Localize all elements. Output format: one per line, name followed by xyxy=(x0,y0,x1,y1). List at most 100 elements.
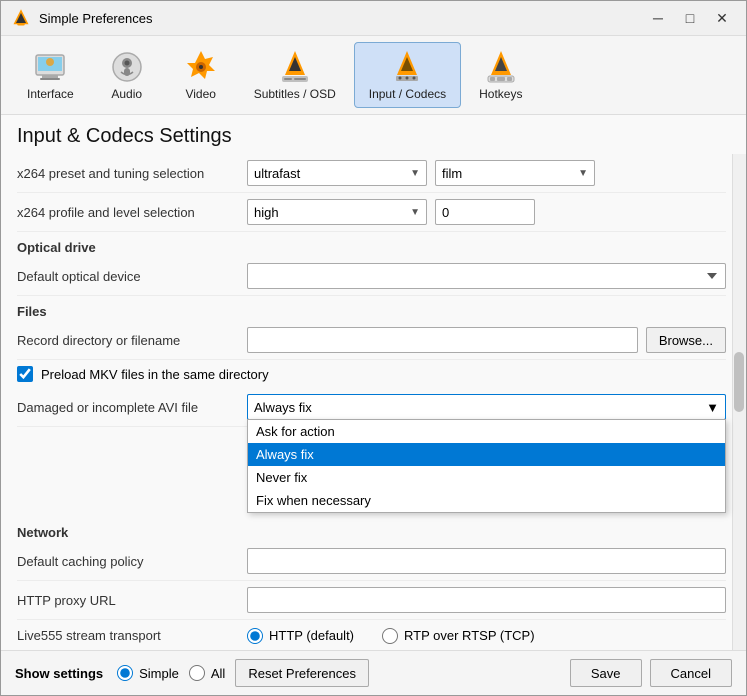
reset-preferences-button[interactable]: Reset Preferences xyxy=(235,659,369,687)
vlc-icon xyxy=(11,8,31,28)
tab-audio-label: Audio xyxy=(111,87,142,101)
live555-label: Live555 stream transport xyxy=(17,628,247,643)
scrollbar-thumb[interactable] xyxy=(734,352,744,412)
scrollbar-track xyxy=(732,154,746,650)
optical-section-header: Optical drive xyxy=(17,232,726,257)
preload-mkv-row: Preload MKV files in the same directory xyxy=(17,360,726,388)
damaged-avi-option-4[interactable]: Fix when necessary xyxy=(248,489,725,512)
damaged-avi-dropdown[interactable]: Always fix ▼ Ask for action Always fix N… xyxy=(247,394,726,420)
damaged-avi-control: Always fix ▼ Ask for action Always fix N… xyxy=(247,394,726,420)
record-dir-row: Record directory or filename Browse... xyxy=(17,321,726,360)
http-proxy-label: HTTP proxy URL xyxy=(17,593,247,608)
input-codecs-icon xyxy=(389,49,425,85)
live555-rtp-radio[interactable] xyxy=(382,628,398,644)
title-bar: Simple Preferences ─ □ ✕ xyxy=(1,1,746,36)
show-all-label: All xyxy=(211,666,225,681)
tab-subtitles[interactable]: Subtitles / OSD xyxy=(240,43,350,107)
optical-device-label: Default optical device xyxy=(17,269,247,284)
optical-device-row: Default optical device xyxy=(17,257,726,296)
preload-mkv-label: Preload MKV files in the same directory xyxy=(41,367,269,382)
caching-policy-control xyxy=(247,548,726,574)
x264-preset-arrow: ▼ xyxy=(410,168,420,179)
page-title: Input & Codecs Settings xyxy=(1,115,746,154)
damaged-avi-option-3[interactable]: Never fix xyxy=(248,466,725,489)
x264-preset-row: x264 preset and tuning selection ultrafa… xyxy=(17,154,726,193)
record-dir-control: Browse... xyxy=(247,327,726,353)
audio-icon xyxy=(109,49,145,85)
show-simple-option[interactable]: Simple xyxy=(117,665,179,681)
toolbar: Interface Audio Video xyxy=(1,36,746,115)
tab-hotkeys[interactable]: Hotkeys xyxy=(465,43,536,107)
save-button[interactable]: Save xyxy=(570,659,642,687)
x264-tuning-select[interactable]: film ▼ xyxy=(435,160,595,186)
network-section-header: Network xyxy=(17,517,726,542)
x264-profile-control: high ▼ xyxy=(247,199,726,225)
window-controls: ─ □ ✕ xyxy=(644,7,736,29)
live555-http-label: HTTP (default) xyxy=(269,628,354,643)
record-dir-input[interactable] xyxy=(247,327,638,353)
tab-audio[interactable]: Audio xyxy=(92,43,162,107)
tab-input-codecs-label: Input / Codecs xyxy=(369,87,446,101)
damaged-avi-list: Ask for action Always fix Never fix Fix … xyxy=(247,419,726,513)
subtitles-icon xyxy=(277,49,313,85)
show-settings-label: Show settings xyxy=(15,666,103,681)
damaged-avi-selected[interactable]: Always fix ▼ xyxy=(247,394,726,420)
show-simple-radio[interactable] xyxy=(117,665,133,681)
cancel-button[interactable]: Cancel xyxy=(650,659,732,687)
caching-policy-input[interactable] xyxy=(247,548,726,574)
tab-input-codecs[interactable]: Input / Codecs xyxy=(354,42,461,108)
optical-device-control xyxy=(247,263,726,289)
http-proxy-row: HTTP proxy URL xyxy=(17,581,726,620)
live555-rtp-option[interactable]: RTP over RTSP (TCP) xyxy=(382,628,535,644)
x264-preset-select[interactable]: ultrafast ▼ xyxy=(247,160,427,186)
show-simple-label: Simple xyxy=(139,666,179,681)
maximize-button[interactable]: □ xyxy=(676,7,704,29)
footer-left: Show settings Simple All Reset Preferenc… xyxy=(15,659,560,687)
live555-row: Live555 stream transport HTTP (default) … xyxy=(17,620,726,650)
x264-preset-label: x264 preset and tuning selection xyxy=(17,166,247,181)
show-all-radio[interactable] xyxy=(189,665,205,681)
tab-video-label: Video xyxy=(185,87,215,101)
record-dir-label: Record directory or filename xyxy=(17,333,247,348)
tab-subtitles-label: Subtitles / OSD xyxy=(254,87,336,101)
tab-interface[interactable]: Interface xyxy=(13,43,88,107)
x264-preset-control: ultrafast ▼ film ▼ xyxy=(247,160,726,186)
x264-profile-label: x264 profile and level selection xyxy=(17,205,247,220)
close-button[interactable]: ✕ xyxy=(708,7,736,29)
damaged-avi-arrow: ▼ xyxy=(706,400,719,415)
live555-http-option[interactable]: HTTP (default) xyxy=(247,628,354,644)
footer-right: Save Cancel xyxy=(570,659,732,687)
files-section-header: Files xyxy=(17,296,726,321)
caching-policy-row: Default caching policy xyxy=(17,542,726,581)
x264-profile-arrow: ▼ xyxy=(410,207,420,218)
http-proxy-control xyxy=(247,587,726,613)
minimize-button[interactable]: ─ xyxy=(644,7,672,29)
x264-profile-row: x264 profile and level selection high ▼ xyxy=(17,193,726,232)
live555-rtp-label: RTP over RTSP (TCP) xyxy=(404,628,535,643)
damaged-avi-option-2[interactable]: Always fix xyxy=(248,443,725,466)
damaged-avi-label: Damaged or incomplete AVI file xyxy=(17,400,247,415)
damaged-avi-option-1[interactable]: Ask for action xyxy=(248,420,725,443)
preload-mkv-checkbox[interactable] xyxy=(17,366,33,382)
x264-level-input[interactable] xyxy=(435,199,535,225)
video-icon xyxy=(183,49,219,85)
settings-scroll-area[interactable]: x264 preset and tuning selection ultrafa… xyxy=(1,154,746,650)
show-all-option[interactable]: All xyxy=(189,665,225,681)
x264-tuning-arrow: ▼ xyxy=(578,168,588,179)
live555-control: HTTP (default) RTP over RTSP (TCP) xyxy=(247,628,726,644)
window-title: Simple Preferences xyxy=(39,11,636,26)
main-window: Simple Preferences ─ □ ✕ Interface xyxy=(0,0,747,696)
tab-interface-label: Interface xyxy=(27,87,74,101)
content-area: Input & Codecs Settings x264 preset and … xyxy=(1,115,746,650)
http-proxy-input[interactable] xyxy=(247,587,726,613)
optical-device-select[interactable] xyxy=(247,263,726,289)
caching-policy-label: Default caching policy xyxy=(17,554,247,569)
live555-http-radio[interactable] xyxy=(247,628,263,644)
hotkeys-icon xyxy=(483,49,519,85)
damaged-avi-row: Damaged or incomplete AVI file Always fi… xyxy=(17,388,726,427)
tab-video[interactable]: Video xyxy=(166,43,236,107)
footer-bar: Show settings Simple All Reset Preferenc… xyxy=(1,650,746,695)
x264-profile-select[interactable]: high ▼ xyxy=(247,199,427,225)
tab-hotkeys-label: Hotkeys xyxy=(479,87,522,101)
browse-button[interactable]: Browse... xyxy=(646,327,726,353)
